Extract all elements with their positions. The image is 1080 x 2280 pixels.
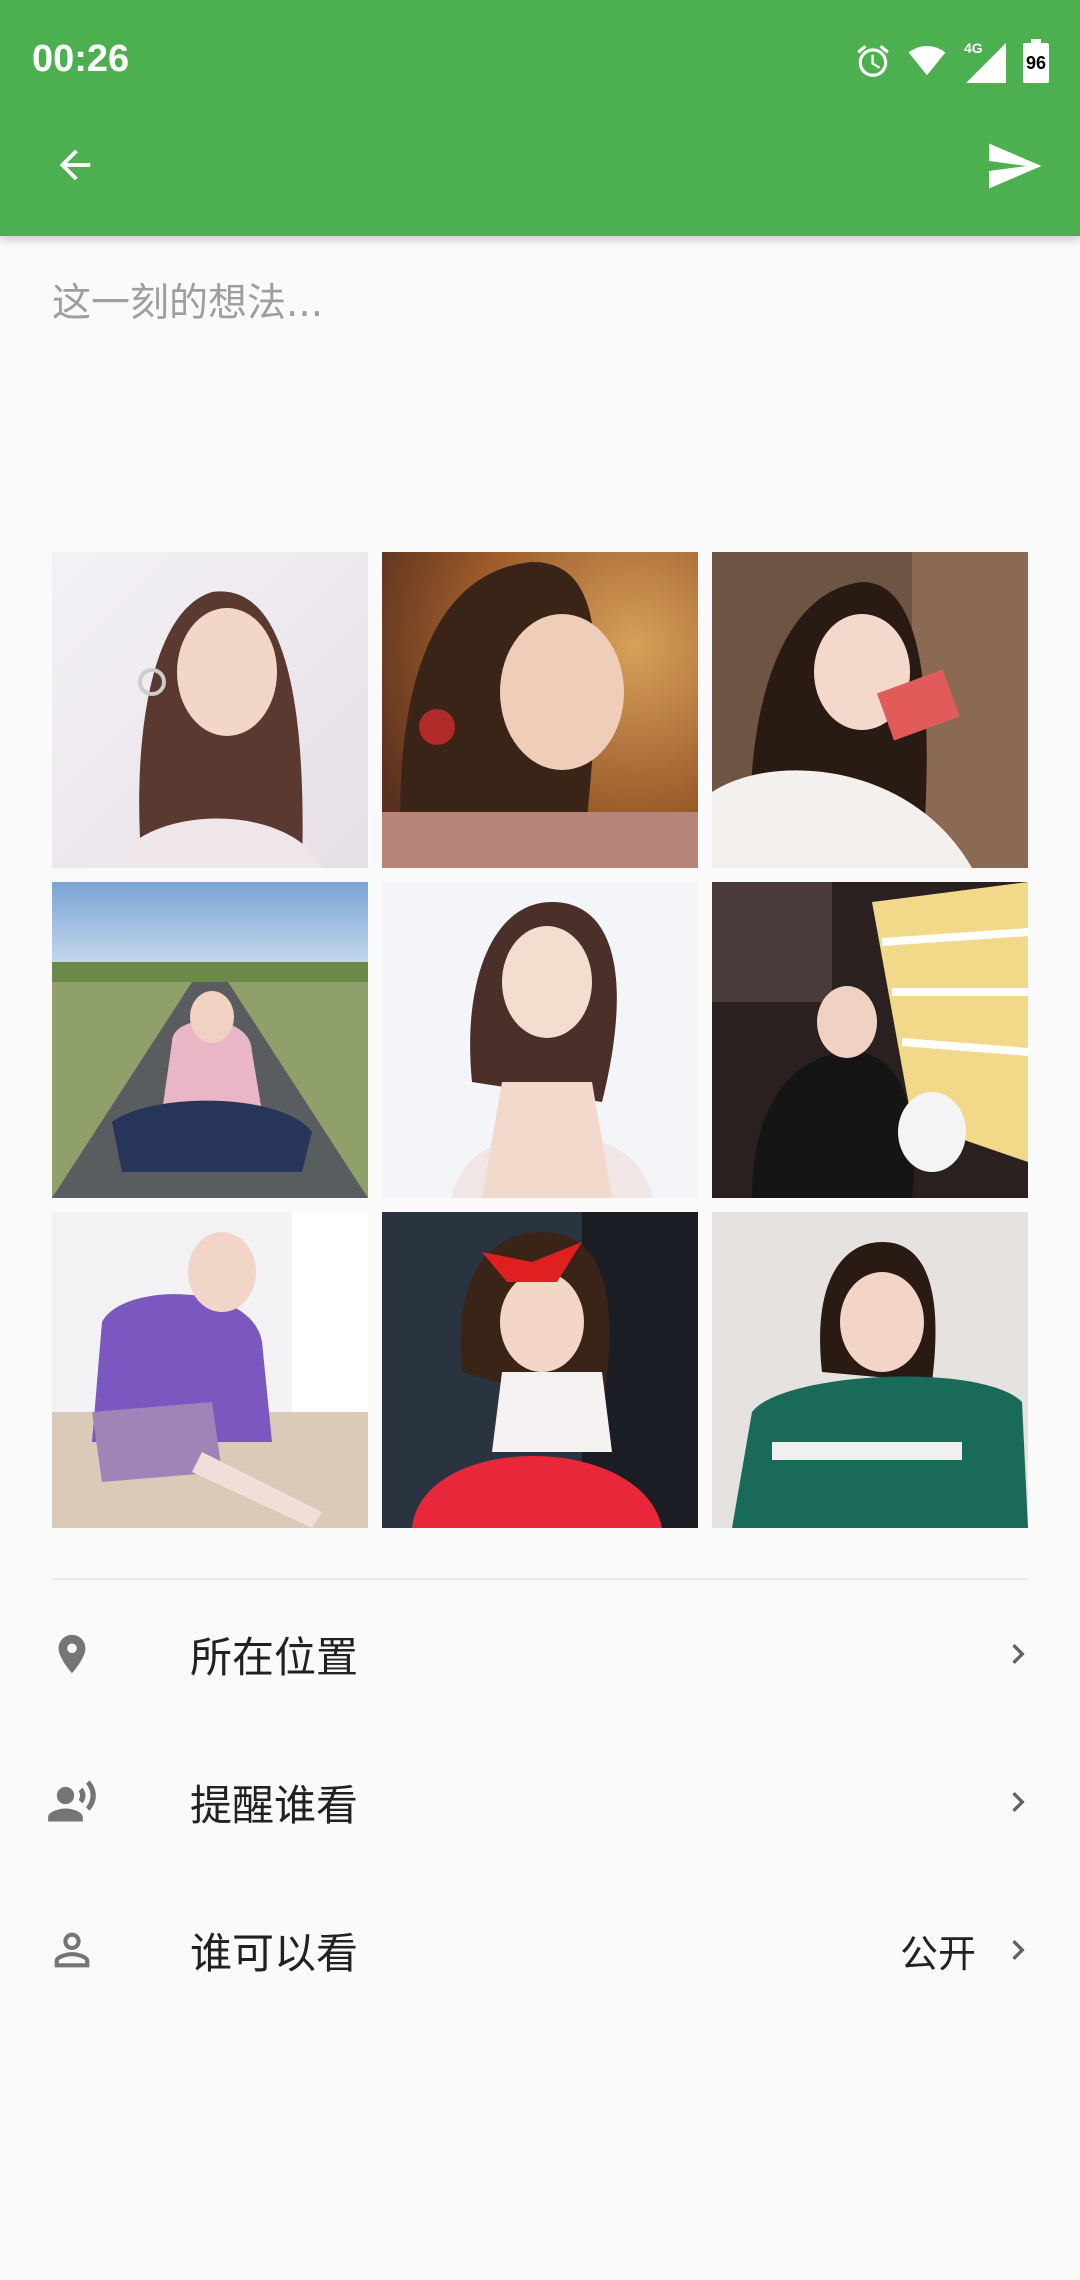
option-visibility-label: 谁可以看 bbox=[190, 1928, 359, 1978]
cell-signal-icon: 4G bbox=[962, 39, 1008, 83]
alarm-icon bbox=[854, 42, 892, 80]
person-icon bbox=[40, 1918, 104, 1982]
status-time: 00:26 bbox=[32, 38, 130, 80]
app-bar: 00:26 4G 96 bbox=[0, 0, 1080, 236]
send-button[interactable] bbox=[976, 128, 1052, 204]
photo-thumbnail-4[interactable] bbox=[52, 882, 368, 1198]
send-icon bbox=[989, 143, 1042, 189]
mention-person-icon bbox=[40, 1770, 104, 1834]
network-type: 4G bbox=[964, 40, 983, 56]
arrow-left-icon bbox=[59, 149, 91, 181]
back-button[interactable] bbox=[40, 130, 110, 200]
photo-thumbnail-6[interactable] bbox=[712, 882, 1028, 1198]
status-icons: 4G 96 bbox=[854, 36, 1050, 86]
photo-thumbnail-1[interactable] bbox=[52, 552, 368, 868]
chevron-right-icon bbox=[996, 1928, 1040, 1972]
wifi-icon bbox=[906, 42, 948, 80]
battery-level: 96 bbox=[1026, 53, 1046, 73]
location-pin-icon bbox=[40, 1622, 104, 1686]
photo-thumbnail-9[interactable] bbox=[712, 1212, 1028, 1528]
option-mention-label: 提醒谁看 bbox=[190, 1780, 359, 1830]
battery-icon: 96 bbox=[1022, 39, 1050, 83]
option-location[interactable]: 所在位置 bbox=[0, 1580, 1080, 1728]
option-mention[interactable]: 提醒谁看 bbox=[0, 1728, 1080, 1876]
photo-thumbnail-8[interactable] bbox=[382, 1212, 698, 1528]
photo-thumbnail-5[interactable] bbox=[382, 882, 698, 1198]
chevron-right-icon bbox=[996, 1632, 1040, 1676]
moment-text-input[interactable] bbox=[52, 272, 1028, 492]
photo-thumbnail-3[interactable] bbox=[712, 552, 1028, 868]
photo-grid bbox=[52, 552, 1028, 1528]
option-location-label: 所在位置 bbox=[190, 1632, 359, 1682]
photo-thumbnail-2[interactable] bbox=[382, 552, 698, 868]
option-visibility[interactable]: 谁可以看 公开 bbox=[0, 1876, 1080, 2024]
photo-thumbnail-7[interactable] bbox=[52, 1212, 368, 1528]
chevron-right-icon bbox=[996, 1780, 1040, 1824]
option-visibility-value: 公开 bbox=[899, 1931, 976, 1976]
